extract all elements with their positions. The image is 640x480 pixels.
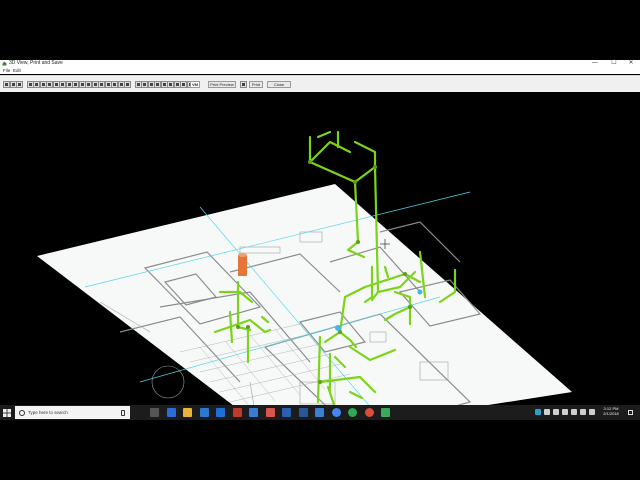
close-button[interactable]: Close	[267, 81, 291, 88]
toolbar: VM Print Preview Print Close	[0, 75, 640, 93]
app-icon[interactable]	[232, 408, 242, 417]
water-heater-icon[interactable]	[238, 253, 247, 276]
mail-icon[interactable]	[249, 408, 258, 417]
tray-app-icon[interactable]	[535, 409, 541, 415]
volume-icon[interactable]	[580, 409, 586, 415]
tool-button-icon[interactable]	[16, 81, 23, 88]
fixture-marker	[335, 325, 341, 331]
window-title: 3D View, Print and Save	[9, 60, 63, 66]
tray-app-2-icon[interactable]	[544, 409, 550, 415]
printer-icon[interactable]	[240, 81, 247, 88]
chrome-alt-icon[interactable]	[364, 408, 374, 417]
maximize-button[interactable]: ☐	[605, 60, 623, 67]
xbox-icon[interactable]	[348, 408, 357, 417]
word-icon[interactable]	[298, 408, 308, 417]
vm-button[interactable]: VM	[190, 81, 200, 88]
search-placeholder: Type here to search	[28, 410, 68, 415]
print-button[interactable]: Print	[249, 81, 263, 88]
menu-edit[interactable]: Edit	[13, 67, 21, 74]
3d-viewport[interactable]	[0, 92, 640, 420]
cad-app-icon[interactable]	[381, 408, 390, 417]
task-view-icon[interactable]	[150, 408, 159, 417]
onedrive-icon[interactable]	[562, 409, 568, 415]
menu-bar: File Edit	[0, 67, 640, 74]
title-bar: 3D View, Print and Save — ☐ ✕	[0, 60, 640, 67]
app-house-icon	[2, 61, 7, 66]
windows-start-icon[interactable]	[3, 409, 11, 417]
dropbox-icon[interactable]	[216, 408, 225, 417]
fixture-marker-2	[417, 289, 423, 295]
chrome-icon[interactable]	[331, 408, 341, 417]
close-window-button[interactable]: ✕	[622, 60, 640, 67]
file-explorer-icon[interactable]	[183, 408, 192, 417]
notifications-icon[interactable]	[628, 410, 633, 415]
app-blue-icon[interactable]	[315, 408, 324, 417]
clock[interactable]: 3:12 PM 2/1/2018	[598, 406, 624, 419]
taskbar: Type here to search 3:12 PM 2/1/2018	[0, 405, 640, 420]
microphone-icon[interactable]	[121, 410, 125, 416]
search-icon	[19, 410, 25, 416]
taskbar-search-box[interactable]: Type here to search	[15, 406, 130, 419]
minimize-button[interactable]: —	[586, 60, 604, 67]
print-preview-button[interactable]: Print Preview	[208, 81, 236, 88]
tool-button-icon[interactable]	[124, 81, 131, 88]
network-icon[interactable]	[571, 409, 577, 415]
show-hidden-icons-icon[interactable]	[553, 409, 559, 415]
app-window: 3D View, Print and Save — ☐ ✕ File Edit …	[0, 60, 640, 420]
clock-date: 2/1/2018	[603, 411, 619, 416]
app-red-icon[interactable]	[265, 408, 275, 417]
photos-icon[interactable]	[282, 408, 291, 417]
store-icon[interactable]	[199, 408, 209, 417]
menu-file[interactable]: File	[3, 67, 10, 74]
battery-icon[interactable]	[589, 409, 595, 415]
edge-icon[interactable]	[166, 408, 176, 417]
floor-plan-3d-scene[interactable]	[0, 92, 640, 420]
